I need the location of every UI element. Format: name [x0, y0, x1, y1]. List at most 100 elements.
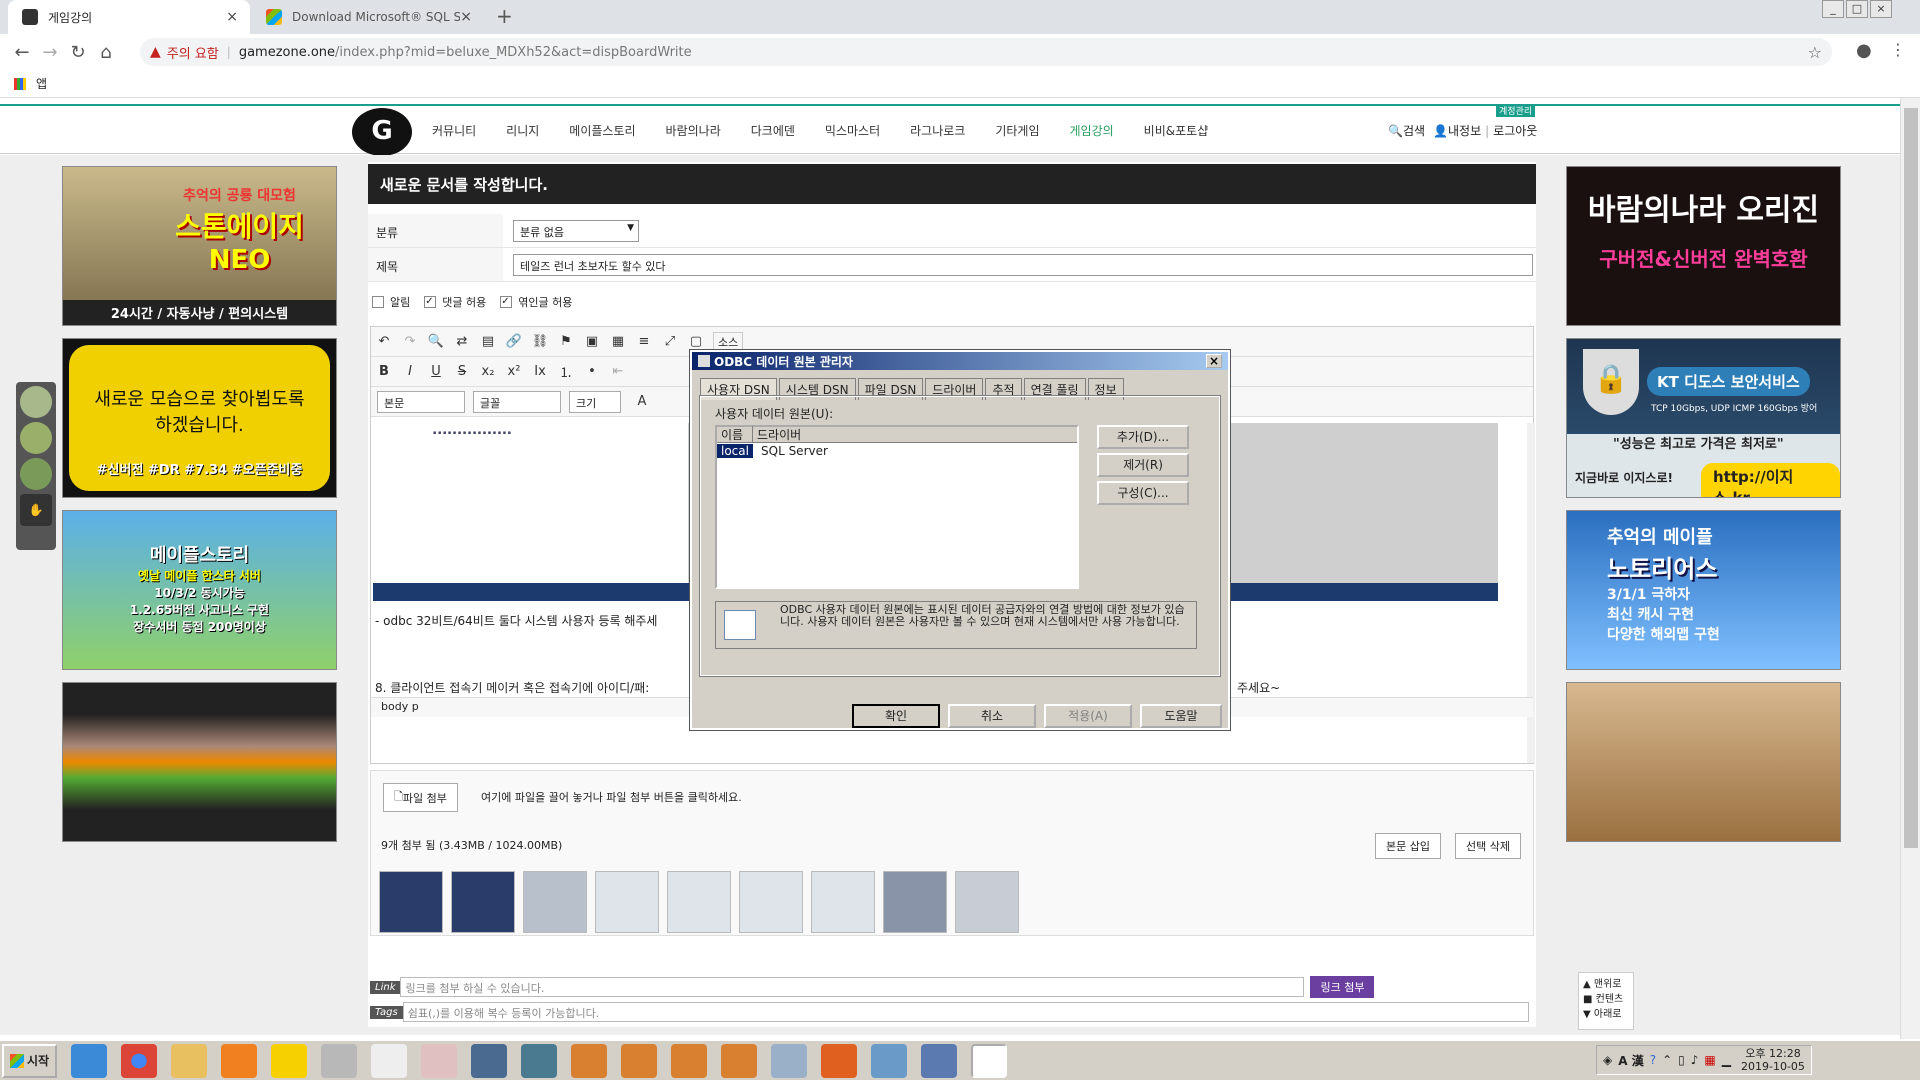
thumbnail[interactable]: [955, 871, 1019, 933]
dialog-close-button[interactable]: ×: [1206, 354, 1222, 368]
bullet-list-icon[interactable]: •: [579, 364, 605, 379]
thumbnail[interactable]: [379, 871, 443, 933]
network-app-icon[interactable]: [871, 1043, 908, 1078]
image-icon[interactable]: ▣: [579, 334, 605, 349]
wrench-icon[interactable]: [20, 422, 52, 454]
tab-gamezone[interactable]: 게임강의 ×: [8, 0, 250, 34]
unlink-icon[interactable]: ⛓: [527, 334, 553, 349]
maximize-icon[interactable]: ⤢: [657, 334, 683, 349]
new-tab-button[interactable]: +: [496, 4, 513, 28]
menu-item-baram[interactable]: 바람의나라: [666, 122, 721, 139]
replace-icon[interactable]: ⇄: [449, 334, 475, 349]
clear-format-icon[interactable]: Ix: [527, 364, 553, 379]
star-icon[interactable]: ☆: [1808, 43, 1822, 62]
ok-button[interactable]: 확인: [852, 704, 940, 728]
tab-close-icon[interactable]: ×: [460, 9, 472, 25]
file-attach-button[interactable]: 🗋 파일 첨부: [383, 783, 458, 812]
thumbnail[interactable]: [739, 871, 803, 933]
ad-banner-8[interactable]: [1566, 682, 1841, 842]
outdent-icon[interactable]: ⇤: [605, 364, 631, 379]
ordered-list-icon[interactable]: ⒈: [553, 362, 579, 381]
menu-kebab-icon[interactable]: ⋮: [1890, 40, 1906, 59]
remove-button[interactable]: 제거(R): [1097, 453, 1189, 477]
checklist-icon[interactable]: [20, 458, 52, 490]
select-all-icon[interactable]: ▤: [475, 334, 501, 349]
volume-icon[interactable]: ♪: [1691, 1053, 1699, 1067]
cancel-button[interactable]: 취소: [948, 704, 1036, 728]
search-link[interactable]: 검색: [1403, 122, 1425, 139]
odbc-taskbar-icon[interactable]: [971, 1043, 1008, 1078]
logout-link[interactable]: 로그아웃: [1493, 122, 1537, 139]
page-scrollbar[interactable]: [1900, 98, 1920, 1039]
menu-item-maplestory[interactable]: 메이플스토리: [569, 122, 635, 139]
ie-icon[interactable]: [71, 1043, 108, 1078]
dsn-list[interactable]: 이름 드라이버 local SQL Server: [715, 425, 1079, 589]
underline-icon[interactable]: U: [423, 364, 449, 379]
menu-item-lineage[interactable]: 리니지: [506, 122, 539, 139]
insert-body-button[interactable]: 본문 삽입: [1375, 833, 1441, 859]
minimize-button[interactable]: _: [1822, 0, 1844, 18]
site-logo[interactable]: G: [352, 108, 412, 156]
thumbnail[interactable]: [667, 871, 731, 933]
hand-icon[interactable]: ✋: [20, 494, 52, 526]
ad-stoneage[interactable]: 추억의 공룡 대모험 스톤에이지 NEO 24시간 / 자동사냥 / 편의시스템: [62, 166, 337, 326]
chrome-icon[interactable]: [121, 1043, 158, 1078]
find-icon[interactable]: 🔍: [423, 334, 449, 349]
strike-icon[interactable]: S: [449, 364, 475, 379]
maximize-button[interactable]: □: [1846, 0, 1868, 18]
tab-microsoft[interactable]: Download Microsoft® SQL Ser ×: [252, 0, 484, 34]
handshake-icon[interactable]: [20, 386, 52, 418]
dsn-row[interactable]: local SQL Server: [717, 443, 1077, 459]
home-icon[interactable]: ⌂: [92, 42, 120, 63]
superscript-icon[interactable]: x²: [501, 364, 527, 379]
kakaotalk-icon[interactable]: [271, 1043, 308, 1078]
link-icon[interactable]: 🔗: [501, 334, 527, 349]
start-button[interactable]: 시작: [2, 1043, 58, 1078]
link-attach-button[interactable]: 링크 첨부: [1310, 976, 1375, 998]
anchor-flag-icon[interactable]: ⚑: [553, 334, 579, 349]
gear-app-icon[interactable]: [771, 1043, 808, 1078]
thumbnail[interactable]: [523, 871, 587, 933]
signal-icon[interactable]: ▁: [1722, 1053, 1731, 1067]
ime-language[interactable]: A 漢: [1618, 1052, 1643, 1069]
ad-baram-origin[interactable]: 바람의나라 오리진 구버전&신버전 완벽호환: [1566, 166, 1841, 326]
notice-checkbox[interactable]: [372, 296, 384, 308]
tags-input[interactable]: 쉼표(,)를 이용해 복수 등록이 가능합니다.: [402, 1002, 1529, 1022]
tab-close-icon[interactable]: ×: [226, 9, 238, 25]
body-text-line-2-tail[interactable]: 주세요~: [1237, 679, 1280, 696]
security-warning[interactable]: 주의 요함: [167, 43, 219, 62]
bold-icon[interactable]: B: [371, 364, 397, 379]
mfc-app-icon-3[interactable]: [671, 1043, 708, 1078]
window-icon[interactable]: [471, 1043, 508, 1078]
mfc-app-icon-4[interactable]: [721, 1043, 758, 1078]
ad-new-look[interactable]: 새로운 모습으로 찾아뵙도록 하겠습니다. #신버전 #DR #7.34 #오픈…: [62, 338, 337, 498]
help-tray-icon[interactable]: ?: [1650, 1053, 1656, 1067]
mfc-app-icon-2[interactable]: [621, 1043, 658, 1078]
ad-maplestory[interactable]: 메이플스토리 옛날 메이플 한스타 서버 10/3/2 동시가능 1.2.65버…: [62, 510, 337, 670]
preview-icon[interactable]: ▢: [683, 334, 709, 349]
apply-button[interactable]: 적용(A): [1044, 704, 1132, 728]
font-select[interactable]: 글꼴: [473, 390, 561, 413]
tools-icon[interactable]: [321, 1043, 358, 1078]
source-button[interactable]: 소스: [713, 331, 744, 352]
col-driver[interactable]: 드라이버: [753, 426, 801, 443]
dialog-titlebar[interactable]: ODBC 데이터 원본 관리자 ×: [692, 352, 1228, 370]
tray-expand-icon[interactable]: ⌃: [1662, 1053, 1672, 1067]
comment-checkbox[interactable]: ✓: [424, 296, 437, 308]
ad-notorious[interactable]: 추억의 메이플 노토리어스 3/1/1 극하자 최신 캐시 구현 다양한 해외맵…: [1566, 510, 1841, 670]
subject-input[interactable]: 테일즈 런너 초보자도 할수 있다: [513, 253, 1533, 276]
menu-item-other-games[interactable]: 기타게임: [995, 122, 1039, 139]
ad-banner-4[interactable]: [62, 682, 337, 842]
media-player-icon[interactable]: [221, 1043, 258, 1078]
folder-icon[interactable]: [171, 1043, 208, 1078]
add-button[interactable]: 추가(D)...: [1097, 425, 1189, 449]
clock[interactable]: 오후 12:28 2019-10-05: [1741, 1047, 1805, 1073]
window-icon-2[interactable]: [521, 1043, 558, 1078]
xampp-icon[interactable]: [821, 1043, 858, 1078]
delete-selected-button[interactable]: 선택 삭제: [1455, 833, 1521, 859]
thumbnail[interactable]: [595, 871, 659, 933]
menu-item-ragnarok[interactable]: 라그나로크: [910, 122, 965, 139]
configure-button[interactable]: 구성(C)...: [1097, 481, 1189, 505]
trackback-checkbox[interactable]: ✓: [500, 296, 513, 308]
mfc-app-icon[interactable]: [571, 1043, 608, 1078]
